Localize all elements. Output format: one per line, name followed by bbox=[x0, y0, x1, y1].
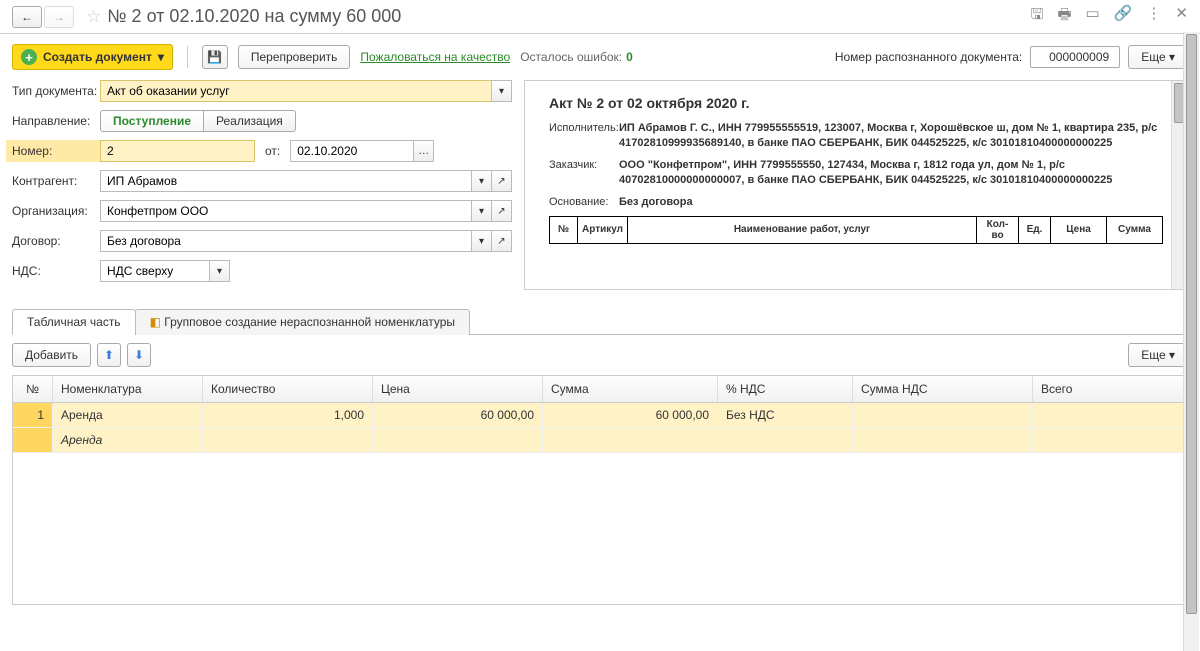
move-down-button[interactable]: ⬇ bbox=[127, 343, 151, 367]
doctype-label: Тип документа: bbox=[12, 84, 100, 98]
doctype-dropdown-button[interactable]: ▾ bbox=[492, 80, 512, 102]
document-preview: Акт № 2 от 02 октября 2020 г. Исполнител… bbox=[524, 80, 1188, 290]
date-picker-button[interactable]: … bbox=[414, 140, 434, 162]
forward-button[interactable]: → bbox=[44, 6, 74, 28]
counterparty-dropdown-button[interactable]: ▾ bbox=[472, 170, 492, 192]
tab-group-create[interactable]: ◧ Групповое создание нераспознанной номе… bbox=[135, 309, 470, 335]
org-open-button[interactable]: ↗ bbox=[492, 200, 512, 222]
recheck-button[interactable]: Перепроверить bbox=[238, 45, 351, 69]
plus-icon: + bbox=[21, 49, 37, 65]
move-up-button[interactable]: ⬆ bbox=[97, 343, 121, 367]
contract-input[interactable] bbox=[100, 230, 472, 252]
number-input[interactable] bbox=[100, 140, 255, 162]
cell-no-2 bbox=[13, 428, 53, 452]
vat-dropdown-button[interactable]: ▾ bbox=[210, 260, 230, 282]
counterparty-open-button[interactable]: ↗ bbox=[492, 170, 512, 192]
cell-no[interactable]: 1 bbox=[13, 403, 53, 427]
create-document-button[interactable]: + Создать документ ▾ bbox=[12, 44, 173, 70]
cell-nom-2[interactable]: Аренда bbox=[53, 428, 203, 452]
table-more-button[interactable]: Еще ▾ bbox=[1128, 343, 1188, 367]
basis-label: Основание: bbox=[549, 195, 619, 210]
data-table: № Номенклатура Количество Цена Сумма % Н… bbox=[12, 375, 1188, 605]
add-row-button[interactable]: Добавить bbox=[12, 343, 91, 367]
direction-incoming-button[interactable]: Поступление bbox=[100, 110, 204, 132]
cell-vat[interactable]: Без НДС bbox=[718, 403, 853, 427]
number-label: Номер: bbox=[6, 140, 100, 162]
customer-label: Заказчик: bbox=[549, 158, 619, 189]
vat-input[interactable] bbox=[100, 260, 210, 282]
org-input[interactable] bbox=[100, 200, 472, 222]
page-title: № 2 от 02.10.2020 на сумму 60 000 bbox=[107, 6, 401, 27]
col-number[interactable]: № bbox=[13, 376, 53, 402]
save-icon[interactable]: 🖫 bbox=[1031, 4, 1044, 29]
counterparty-input[interactable] bbox=[100, 170, 472, 192]
contract-dropdown-button[interactable]: ▾ bbox=[472, 230, 492, 252]
executor-label: Исполнитель: bbox=[549, 121, 619, 152]
contract-label: Договор: bbox=[12, 234, 100, 248]
counterparty-label: Контрагент: bbox=[12, 174, 100, 188]
cell-price[interactable]: 60 000,00 bbox=[373, 403, 543, 427]
errors-left-label: Осталось ошибок:0 bbox=[520, 50, 633, 64]
direction-label: Направление: bbox=[12, 114, 100, 128]
cell-nom[interactable]: Аренда bbox=[53, 403, 203, 427]
doctype-input[interactable] bbox=[100, 80, 492, 102]
report-icon[interactable]: ▭ bbox=[1086, 4, 1100, 29]
cell-total[interactable] bbox=[1033, 403, 1187, 427]
contract-open-button[interactable]: ↗ bbox=[492, 230, 512, 252]
col-quantity[interactable]: Количество bbox=[203, 376, 373, 402]
chevron-down-icon: ▾ bbox=[1169, 348, 1175, 362]
preview-table: № Артикул Наименование работ, услуг Кол-… bbox=[549, 216, 1163, 244]
col-nomenclature[interactable]: Номенклатура bbox=[53, 376, 203, 402]
cell-empty bbox=[543, 428, 718, 452]
cell-empty bbox=[718, 428, 853, 452]
preview-title: Акт № 2 от 02 октября 2020 г. bbox=[549, 95, 1163, 111]
link-icon[interactable]: 🔗 bbox=[1114, 4, 1133, 29]
executor-value: ИП Абрамов Г. С., ИНН 779955555519, 1230… bbox=[619, 121, 1163, 152]
more-button[interactable]: Еще ▾ bbox=[1128, 45, 1188, 69]
chevron-down-icon: ▾ bbox=[1169, 50, 1175, 64]
org-dropdown-button[interactable]: ▾ bbox=[472, 200, 492, 222]
tab-table-part[interactable]: Табличная часть bbox=[12, 309, 136, 335]
date-from-label: от: bbox=[265, 144, 280, 158]
col-price[interactable]: Цена bbox=[373, 376, 543, 402]
favorite-icon[interactable]: ☆ bbox=[86, 7, 101, 27]
col-sum[interactable]: Сумма bbox=[543, 376, 718, 402]
customer-value: ООО "Конфетпром", ИНН 7799555550, 127434… bbox=[619, 158, 1163, 189]
date-input[interactable] bbox=[290, 140, 414, 162]
col-total[interactable]: Всего bbox=[1033, 376, 1187, 402]
col-vat[interactable]: % НДС bbox=[718, 376, 853, 402]
direction-outgoing-button[interactable]: Реализация bbox=[204, 110, 296, 132]
close-icon[interactable]: ✕ bbox=[1175, 4, 1188, 29]
chevron-down-icon: ▾ bbox=[158, 50, 164, 64]
org-label: Организация: bbox=[12, 204, 100, 218]
errors-count: 0 bbox=[626, 50, 633, 64]
cell-qty[interactable]: 1,000 bbox=[203, 403, 373, 427]
cell-sum[interactable]: 60 000,00 bbox=[543, 403, 718, 427]
table-row[interactable]: 1 Аренда 1,000 60 000,00 60 000,00 Без Н… bbox=[13, 403, 1187, 428]
col-vatsum[interactable]: Сумма НДС bbox=[853, 376, 1033, 402]
doc-number-field[interactable]: 000000009 bbox=[1030, 46, 1120, 68]
back-button[interactable]: ← bbox=[12, 6, 42, 28]
create-document-label: Создать документ bbox=[43, 50, 152, 64]
cell-empty bbox=[853, 428, 1033, 452]
cell-vatsum[interactable] bbox=[853, 403, 1033, 427]
cell-empty bbox=[373, 428, 543, 452]
cell-empty bbox=[203, 428, 373, 452]
basis-value: Без договора bbox=[619, 195, 1163, 210]
vat-label: НДС: bbox=[12, 264, 100, 278]
cell-empty bbox=[1033, 428, 1187, 452]
doc-number-label: Номер распознанного документа: bbox=[835, 50, 1022, 64]
more-icon[interactable]: ⋮ bbox=[1146, 4, 1161, 29]
print-icon[interactable]: 🖶 bbox=[1057, 4, 1071, 29]
table-row-secondary[interactable]: Аренда bbox=[13, 428, 1187, 453]
main-scrollbar[interactable] bbox=[1183, 32, 1199, 651]
save-button[interactable]: 💾 bbox=[202, 45, 228, 69]
complain-link[interactable]: Пожаловаться на качество bbox=[360, 50, 510, 64]
